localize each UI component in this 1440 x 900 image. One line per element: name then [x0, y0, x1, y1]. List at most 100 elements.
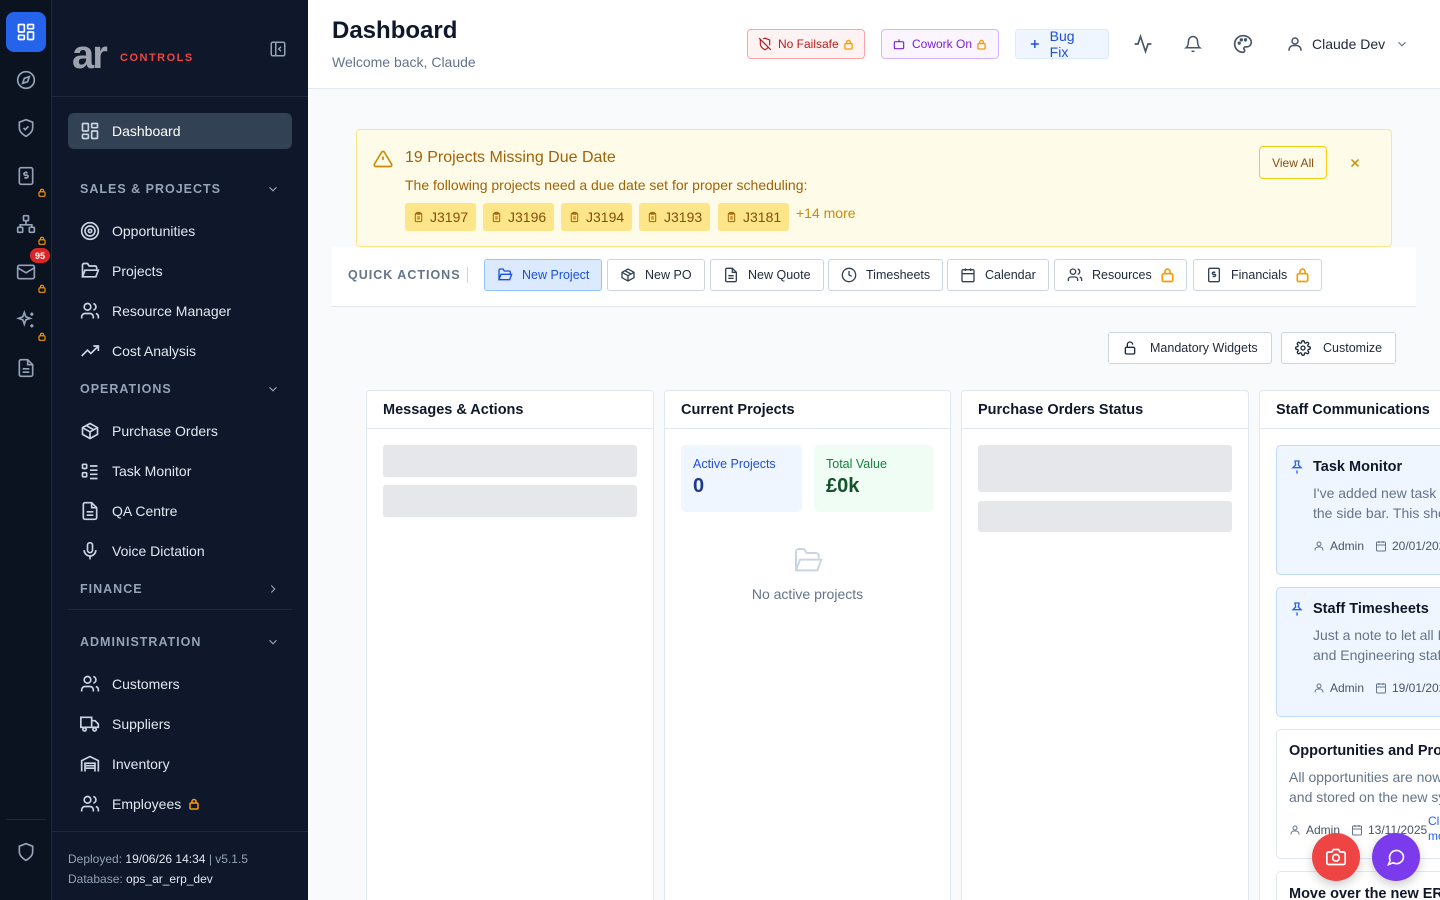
plus-icon — [1030, 40, 1039, 48]
sidebar-item-label: Purchase Orders — [112, 423, 218, 439]
staff-note[interactable]: Move over the new ERP — [1276, 871, 1440, 900]
sidebar-item-inventory[interactable]: Inventory — [68, 746, 292, 782]
page-subtitle: Welcome back, Claude — [332, 54, 476, 70]
lock-icon — [38, 188, 46, 197]
note-title: Move over the new ERP — [1289, 886, 1440, 900]
rail-document-icon[interactable] — [6, 348, 46, 388]
icon-rail: 95 — [0, 0, 52, 900]
new-project-button[interactable]: New Project — [484, 259, 603, 291]
sidebar-item-label: Suppliers — [112, 716, 171, 732]
messages-actions-widget: Messages & Actions — [366, 390, 654, 900]
chevron-down-icon — [269, 639, 277, 645]
lock-icon — [38, 284, 46, 293]
close-icon[interactable] — [1345, 153, 1365, 173]
project-chip[interactable]: J3181 — [718, 203, 790, 231]
project-chip[interactable]: J3194 — [561, 203, 633, 231]
user-icon — [1288, 37, 1302, 51]
lock-icon — [977, 39, 986, 50]
stat-value: £0k — [826, 475, 860, 497]
project-chip[interactable]: J3197 — [405, 203, 477, 231]
active-projects-stat: Active Projects 0 — [681, 445, 802, 512]
sidebar-item-label: Employees — [112, 796, 182, 812]
sidebar-item-projects[interactable]: Projects — [68, 253, 292, 289]
missing-due-date-alert: 19 Projects Missing Due Date The followi… — [356, 129, 1392, 247]
deployed-value: 19/06/26 14:34 — [125, 852, 206, 866]
top-header: Dashboard Welcome back, Claude No Failsa… — [308, 0, 1440, 89]
financials-button[interactable]: Financials — [1193, 259, 1323, 291]
sidebar-item-customers[interactable]: Customers — [68, 666, 292, 702]
section-label: OPERATIONS — [80, 382, 172, 396]
sidebar-item-cost-analysis[interactable]: Cost Analysis — [68, 333, 292, 369]
note-body: Just a note to let all I and Engineering… — [1313, 625, 1440, 665]
widget-title: Purchase Orders Status — [962, 391, 1248, 429]
note-title: Task Monitor — [1313, 459, 1403, 475]
sidebar-item-label: Cost Analysis — [112, 343, 197, 359]
rail-shield-check-icon[interactable] — [6, 108, 46, 148]
sidebar-item-task-monitor[interactable]: Task Monitor — [68, 453, 292, 489]
button-label: Calendar — [985, 268, 1036, 282]
calendar-button[interactable]: Calendar — [947, 259, 1049, 291]
chat-button[interactable] — [1372, 833, 1420, 881]
rail-shield-icon[interactable] — [6, 832, 46, 872]
collapse-sidebar-icon[interactable] — [266, 37, 290, 61]
section-administration[interactable]: ADMINISTRATION — [80, 632, 280, 652]
note-title: Staff Timesheets — [1313, 601, 1429, 617]
sidebar-item-qa-centre[interactable]: QA Centre — [68, 493, 292, 529]
sidebar-item-dashboard[interactable]: Dashboard — [68, 113, 292, 149]
sidebar-item-purchase-orders[interactable]: Purchase Orders — [68, 413, 292, 449]
note-date: 20/01/202 — [1375, 539, 1440, 553]
activity-icon[interactable] — [1133, 34, 1153, 54]
staff-note[interactable]: Staff Timesheets Just a note to let all … — [1276, 587, 1440, 717]
bell-icon[interactable] — [1183, 34, 1203, 54]
new-po-button[interactable]: New PO — [607, 259, 705, 291]
resources-button[interactable]: Resources — [1054, 259, 1187, 291]
rail-compass-icon[interactable] — [6, 60, 46, 100]
note-line: I've added new task — [1313, 485, 1437, 501]
section-finance[interactable]: FINANCE — [80, 579, 280, 599]
click-more-link[interactable]: Cli mo — [1428, 814, 1440, 844]
clock-icon — [841, 267, 857, 283]
pin-icon — [1291, 460, 1303, 474]
total-value-stat: Total Value £0k — [814, 445, 934, 512]
project-chip[interactable]: J3196 — [483, 203, 555, 231]
staff-note[interactable]: Task Monitor I've added new task the sid… — [1276, 445, 1440, 575]
timesheets-button[interactable]: Timesheets — [828, 259, 944, 291]
sidebar-item-voice-dictation[interactable]: Voice Dictation — [68, 533, 292, 569]
bug-fix-button[interactable]: Bug Fix — [1015, 28, 1109, 60]
sidebar-item-opportunities[interactable]: Opportunities — [68, 213, 292, 249]
project-chip[interactable]: J3193 — [639, 203, 711, 231]
sidebar-item-employees[interactable]: Employees — [68, 786, 292, 822]
sidebar-item-resource-manager[interactable]: Resource Manager — [68, 293, 292, 329]
chip-label: Bug Fix — [1049, 28, 1075, 60]
database-info: Database: ops_ar_erp_dev — [68, 869, 292, 889]
no-failsafe-chip[interactable]: No Failsafe — [747, 29, 865, 59]
purchase-orders-widget: Purchase Orders Status — [961, 390, 1249, 900]
sidebar: ar CONTROLS Dashboard SALES & PROJECTS O… — [52, 0, 308, 900]
cowork-chip[interactable]: Cowork On — [881, 29, 999, 59]
button-label: New Quote — [748, 268, 811, 282]
chip-label: No Failsafe — [778, 37, 839, 51]
new-quote-button[interactable]: New Quote — [710, 259, 824, 291]
note-body: I've added new task the side bar. This s… — [1313, 483, 1440, 523]
package-icon — [621, 268, 635, 282]
view-all-button[interactable]: View All — [1259, 146, 1327, 179]
folder-icon — [792, 545, 824, 577]
section-operations[interactable]: OPERATIONS — [80, 379, 280, 399]
screenshot-camera-button[interactable] — [1312, 833, 1360, 881]
project-code: J3196 — [508, 209, 547, 225]
more-projects-link[interactable]: +14 more — [796, 205, 856, 221]
palette-icon[interactable] — [1233, 34, 1253, 54]
shield-off-icon — [758, 37, 772, 51]
version-label: v5.1.5 — [215, 852, 248, 866]
staff-note[interactable]: Opportunities and Proj All opportunities… — [1276, 729, 1440, 859]
brand-logo[interactable]: ar CONTROLS — [72, 36, 202, 74]
section-sales-projects[interactable]: SALES & PROJECTS — [80, 179, 280, 199]
sidebar-item-suppliers[interactable]: Suppliers — [68, 706, 292, 742]
rail-dashboard-icon[interactable] — [6, 12, 46, 52]
mandatory-widgets-button[interactable]: Mandatory Widgets — [1108, 332, 1272, 364]
button-label: Timesheets — [866, 268, 931, 282]
calendar-icon — [1352, 825, 1362, 836]
customize-button[interactable]: Customize — [1281, 332, 1397, 364]
user-menu[interactable]: Claude Dev — [1286, 32, 1409, 56]
bot-icon — [893, 39, 905, 50]
